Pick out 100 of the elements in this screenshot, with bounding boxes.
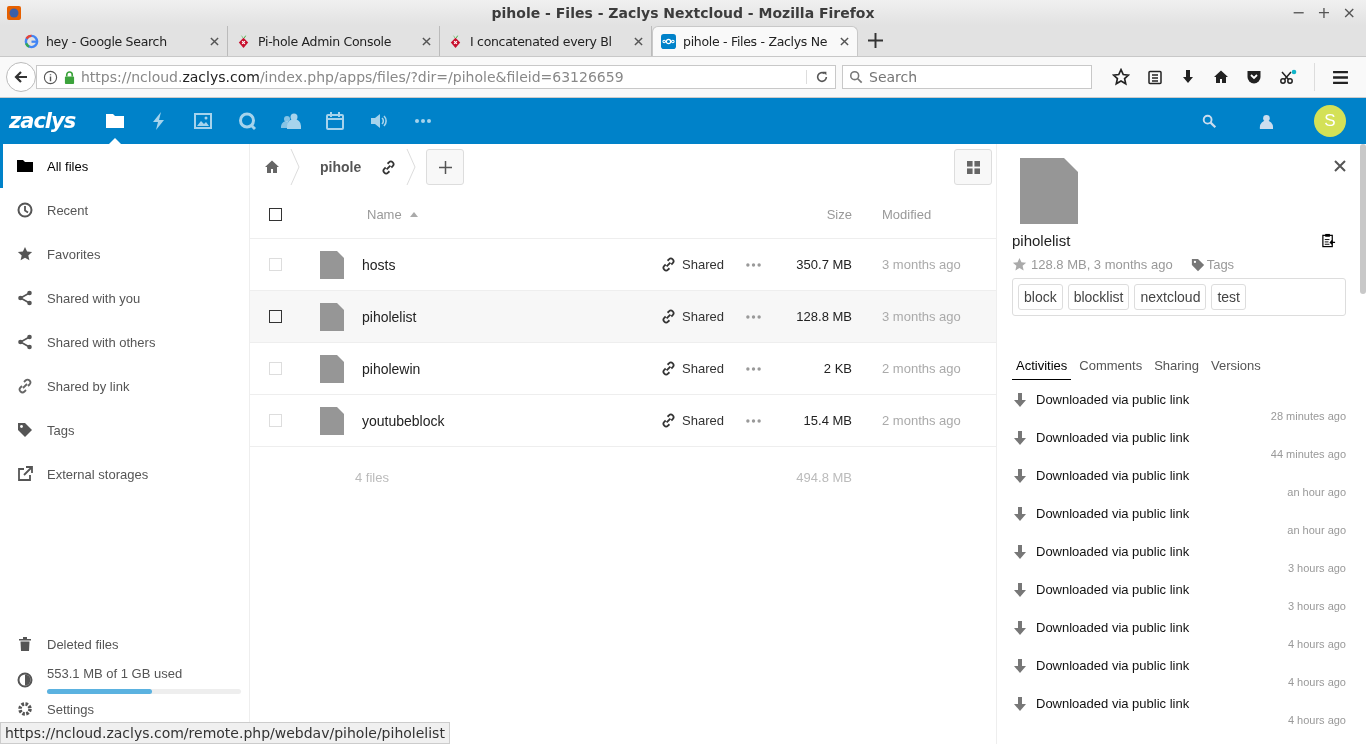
clipboard-icon[interactable] (1321, 233, 1336, 248)
file-name[interactable]: piholewin (362, 360, 421, 377)
grid-icon (966, 160, 980, 174)
back-button[interactable] (6, 62, 36, 92)
tag-chip[interactable]: block (1018, 284, 1063, 310)
file-row[interactable]: piholewin Shared 2 KB 2 months ago (250, 343, 996, 395)
chat-bubble-icon[interactable] (237, 111, 258, 131)
reload-icon[interactable] (806, 70, 829, 84)
file-icon (1020, 158, 1078, 224)
firefox-icon (6, 4, 22, 21)
select-all-checkbox[interactable] (269, 207, 282, 221)
star-icon[interactable] (1112, 68, 1130, 86)
link-icon (661, 361, 677, 376)
share-button[interactable]: Shared (661, 309, 724, 324)
folder-icon[interactable] (105, 111, 126, 131)
download-icon (1014, 658, 1026, 673)
contacts-icon[interactable] (1257, 113, 1274, 129)
sidebar-item[interactable]: Shared with you (0, 276, 249, 320)
file-name[interactable]: piholelist (362, 308, 417, 325)
more-icon[interactable] (746, 418, 761, 423)
more-icon[interactable] (746, 314, 761, 319)
star-icon (17, 246, 33, 262)
window-control[interactable]: + (1313, 3, 1335, 22)
info-icon[interactable] (43, 69, 58, 85)
pocket-icon[interactable] (1246, 69, 1262, 85)
details-tab[interactable]: Activities (1012, 354, 1072, 380)
activity-time: an hour ago (1287, 486, 1346, 498)
sidebar-item[interactable]: All files (0, 144, 249, 188)
close-icon[interactable] (210, 36, 219, 46)
calendar-icon[interactable] (325, 111, 346, 131)
file-modified: 3 months ago (882, 257, 962, 272)
raspberry-icon (236, 33, 251, 49)
tag-icon (1190, 257, 1205, 272)
row-checkbox[interactable] (269, 310, 282, 323)
link-icon (661, 309, 677, 324)
window-control[interactable]: − (1287, 3, 1310, 22)
activity-text: Downloaded via public link (1036, 658, 1190, 673)
download-icon[interactable] (1180, 69, 1196, 85)
activity-text: Downloaded via public link (1036, 544, 1190, 559)
sidebar-item[interactable]: Shared by link (0, 364, 249, 408)
sidebar-item[interactable]: External storages (0, 452, 249, 496)
window-control[interactable]: × (1338, 3, 1360, 22)
file-count: 4 files (355, 469, 389, 485)
details-tab[interactable]: Comments (1075, 354, 1147, 380)
image-icon[interactable] (193, 111, 214, 131)
more-icon[interactable] (746, 262, 761, 267)
grid-view-button[interactable] (954, 149, 992, 185)
browser-tab[interactable]: pihole - Files - Zaclys Ne (652, 26, 858, 56)
address-bar[interactable]: https://ncloud.zaclys.com/index.php/apps/files/?dir=/pihole&fileid=63126659 (36, 65, 836, 89)
file-row[interactable]: piholelist Shared 128.8 MB 3 months ago (250, 291, 996, 343)
close-icon[interactable] (840, 37, 849, 46)
menu-icon[interactable] (1332, 68, 1349, 86)
file-row[interactable]: youtubeblock Shared 15.4 MB 2 months ago (250, 395, 996, 447)
close-icon[interactable] (1334, 160, 1346, 172)
reading-list-icon[interactable] (1147, 69, 1163, 85)
share-button[interactable]: Shared (661, 413, 724, 428)
browser-tab[interactable]: hey - Google Search (16, 26, 228, 56)
file-name[interactable]: youtubeblock (362, 412, 445, 429)
tag-chip[interactable]: test (1211, 284, 1246, 310)
download-icon (1014, 468, 1026, 483)
search-icon[interactable] (1202, 113, 1217, 129)
details-tab[interactable]: Sharing (1150, 354, 1203, 380)
share-button[interactable]: Shared (661, 257, 724, 272)
sidebar-item[interactable]: Favorites (0, 232, 249, 276)
sidebar-item[interactable]: Deleted files (0, 622, 249, 666)
new-tab-icon[interactable] (868, 33, 883, 48)
breadcrumb-link[interactable]: pihole (310, 159, 372, 175)
sidebar-item[interactable]: Recent (0, 188, 249, 232)
browser-tab[interactable]: Pi-hole Admin Console (228, 26, 440, 56)
gear-icon (17, 701, 33, 717)
tag-chip[interactable]: nextcloud (1134, 284, 1207, 310)
file-size: 128.8 MB (795, 309, 852, 324)
breadcrumb-separator (406, 147, 417, 187)
file-size: 2 KB (822, 361, 852, 376)
share-button[interactable]: Shared (661, 361, 724, 376)
sidebar-item[interactable]: Tags (0, 408, 249, 452)
close-icon[interactable] (422, 36, 431, 46)
settings-item[interactable]: Settings (0, 698, 249, 720)
file-name[interactable]: hosts (362, 256, 396, 273)
sidebar-item[interactable]: Shared with others (0, 320, 249, 364)
star-icon[interactable] (1012, 257, 1027, 272)
search-field[interactable]: Search (842, 65, 1092, 89)
people-icon[interactable] (281, 111, 302, 131)
download-icon (1014, 582, 1026, 597)
home-icon[interactable] (1213, 69, 1229, 85)
tags-field[interactable]: block blocklist nextcloud test (1012, 278, 1346, 316)
activity-text: Downloaded via public link (1036, 696, 1190, 711)
tag-chip[interactable]: blocklist (1067, 284, 1130, 310)
file-icon (320, 302, 344, 331)
speaker-icon[interactable] (369, 111, 390, 131)
link-icon[interactable] (381, 159, 397, 175)
tag-icon (17, 422, 33, 438)
more-icon[interactable] (746, 366, 761, 371)
zaclys-logo[interactable]: zaclys (9, 109, 76, 133)
activity-time: an hour ago (1287, 524, 1346, 536)
pie-icon (17, 672, 33, 688)
file-size: 350.7 MB (795, 257, 852, 272)
scissors-icon[interactable] (1279, 69, 1297, 85)
close-icon[interactable] (634, 36, 643, 46)
details-tab[interactable]: Versions (1206, 354, 1265, 380)
